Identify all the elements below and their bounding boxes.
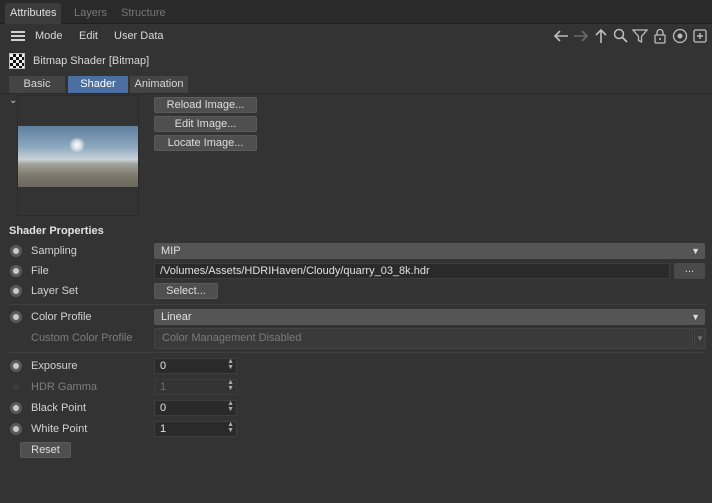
keyframe-radio[interactable] (10, 360, 22, 372)
image-preview (18, 126, 138, 187)
black-point-value: 0 (160, 402, 167, 414)
layer-set-label: Layer Set (31, 285, 79, 297)
sun-highlight (68, 138, 86, 152)
object-title: Bitmap Shader [Bitmap] (33, 55, 150, 67)
keyframe-radio[interactable] (10, 423, 22, 435)
white-point-value: 1 (160, 423, 167, 435)
keyframe-radio[interactable] (10, 265, 22, 277)
stepper-arrows-icon[interactable]: ▲ ▼ (227, 421, 234, 434)
keyframe-radio[interactable] (10, 311, 22, 323)
stepper-arrows-icon: ▲ ▼ (227, 379, 234, 392)
color-profile-dropdown[interactable]: Linear ▼ (154, 309, 705, 325)
keyframe-radio[interactable] (10, 402, 22, 414)
subtab-shader[interactable]: Shader (68, 76, 128, 93)
browse-file-button[interactable]: ... (674, 263, 705, 279)
search-icon[interactable] (612, 27, 630, 45)
filter-icon[interactable] (631, 27, 649, 45)
divider (9, 304, 706, 305)
sampling-label: Sampling (31, 245, 77, 257)
chevron-down-icon: ▼ (694, 328, 706, 349)
divider (9, 352, 706, 353)
hdr-gamma-value: 1 (160, 381, 167, 393)
hdr-gamma-input: 1 ▲ ▼ (154, 379, 237, 395)
subtab-animation[interactable]: Animation (130, 76, 188, 93)
black-point-input[interactable]: 0 ▲ ▼ (154, 400, 237, 416)
section-title: Shader Properties (9, 225, 104, 237)
reload-image-button[interactable]: Reload Image... (154, 97, 257, 113)
arrow-up-icon[interactable] (592, 27, 610, 45)
target-icon[interactable] (671, 27, 689, 45)
black-point-label: Black Point (31, 402, 87, 414)
menu-mode[interactable]: Mode (35, 28, 63, 44)
menu-edit[interactable]: Edit (79, 28, 98, 44)
color-profile-value: Linear (161, 311, 192, 323)
stepper-arrows-icon[interactable]: ▲ ▼ (227, 400, 234, 413)
tab-attributes[interactable]: Attributes (5, 3, 62, 24)
sampling-value: MIP (161, 245, 181, 257)
chevron-down-icon: ▼ (691, 246, 700, 256)
stepper-arrows-icon[interactable]: ▲ ▼ (227, 358, 234, 371)
reset-button[interactable]: Reset (20, 442, 71, 458)
lock-icon[interactable] (651, 27, 669, 45)
exposure-value: 0 (160, 360, 167, 372)
edit-image-button[interactable]: Edit Image... (154, 116, 257, 132)
exposure-input[interactable]: 0 ▲ ▼ (154, 358, 237, 374)
subtab-basic[interactable]: Basic (9, 76, 65, 93)
chevron-down-icon: ▼ (691, 312, 700, 322)
file-path-field[interactable]: /Volumes/Assets/HDRIHaven/Cloudy/quarry_… (154, 263, 670, 279)
locate-image-button[interactable]: Locate Image... (154, 135, 257, 151)
sampling-dropdown[interactable]: MIP ▼ (154, 243, 705, 259)
bitmap-shader-icon (9, 53, 25, 69)
keyframe-radio[interactable] (10, 245, 22, 257)
arrow-right-icon[interactable] (572, 27, 590, 45)
new-window-icon[interactable] (691, 27, 709, 45)
file-label: File (31, 265, 49, 277)
divider (0, 93, 712, 94)
hdr-gamma-label: HDR Gamma (31, 381, 98, 393)
tab-layers[interactable]: Layers (69, 3, 112, 24)
menu-user-data[interactable]: User Data (114, 28, 164, 44)
exposure-label: Exposure (31, 360, 78, 372)
white-point-input[interactable]: 1 ▲ ▼ (154, 421, 237, 437)
layer-set-select-button[interactable]: Select... (154, 283, 218, 299)
tab-structure[interactable]: Structure (116, 3, 171, 24)
hamburger-menu-icon[interactable] (11, 29, 25, 43)
white-point-label: White Point (31, 423, 88, 435)
arrow-left-icon[interactable] (552, 27, 570, 45)
custom-color-profile-label: Custom Color Profile (31, 332, 133, 344)
color-profile-label: Color Profile (31, 311, 92, 323)
keyframe-radio (13, 384, 19, 390)
keyframe-radio[interactable] (10, 285, 22, 297)
custom-color-profile-field: Color Management Disabled (154, 328, 693, 349)
